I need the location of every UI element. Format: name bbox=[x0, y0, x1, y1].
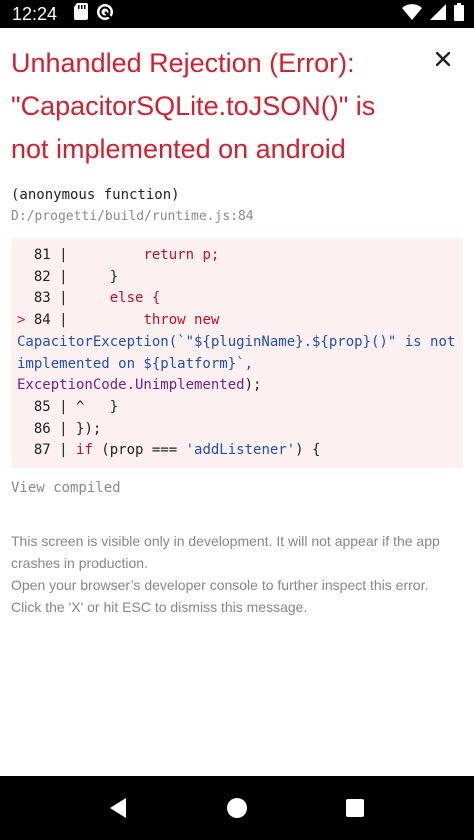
footer-line-2: Open your browser’s developer console to… bbox=[11, 577, 429, 593]
vpn-icon bbox=[96, 3, 114, 26]
stack-frame-file[interactable]: D:/progetti/build/runtime.js:84 bbox=[11, 208, 254, 226]
line-number: 85 | bbox=[17, 398, 77, 415]
code-identifier: ExceptionCode.Unimplemented bbox=[17, 377, 245, 394]
code-text: }); bbox=[76, 420, 102, 437]
code-text: else { bbox=[76, 290, 161, 307]
code-string: 'addListener' bbox=[185, 442, 296, 459]
home-button[interactable] bbox=[225, 796, 249, 820]
footer-note: This screen is visible only in developme… bbox=[11, 530, 466, 618]
status-icons-right bbox=[402, 2, 464, 26]
line-number: 81 | bbox=[17, 247, 77, 263]
close-button[interactable] bbox=[432, 48, 454, 70]
line-number: 87 | bbox=[17, 442, 77, 459]
error-overlay: Unhandled Rejection (Error): "CapacitorS… bbox=[0, 28, 474, 776]
sd-card-icon bbox=[74, 3, 88, 25]
code-line-82: 82 | } bbox=[17, 267, 463, 289]
code-text: ^ } bbox=[76, 398, 119, 415]
code-line-83: 83 | else { bbox=[17, 288, 463, 310]
navigation-bar bbox=[0, 776, 474, 840]
back-button[interactable] bbox=[106, 796, 130, 820]
back-icon bbox=[110, 798, 126, 818]
code-keyword: throw new bbox=[76, 312, 220, 329]
footer-line-1: This screen is visible only in developme… bbox=[11, 533, 440, 571]
code-line-81: 81 | return p; bbox=[17, 245, 463, 267]
code-line-85: 85 | ^ } bbox=[17, 397, 463, 419]
battery-icon bbox=[454, 2, 464, 26]
status-time: 12:24 bbox=[12, 4, 58, 24]
code-text: return p; bbox=[76, 247, 220, 263]
error-title-line-1: Unhandled Rejection (Error): bbox=[11, 48, 355, 78]
line-number: 84 | bbox=[33, 312, 77, 329]
signal-icon bbox=[430, 3, 446, 25]
code-keyword: if bbox=[76, 442, 93, 459]
home-icon bbox=[227, 798, 247, 818]
footer-line-3: Click the 'X' or hit ESC to dismiss this… bbox=[11, 599, 308, 615]
view-compiled-link[interactable]: View compiled bbox=[11, 478, 121, 498]
status-bar: 12:24 bbox=[0, 0, 474, 28]
error-title-line-2: "CapacitorSQLite.toJSON()" is bbox=[11, 91, 376, 121]
line-number: 82 | bbox=[17, 268, 77, 285]
error-line-marker: > bbox=[17, 312, 34, 329]
code-text: ); bbox=[244, 377, 262, 394]
code-line-86: 86 | }); bbox=[17, 419, 463, 441]
status-icons-left bbox=[74, 3, 114, 26]
line-number: 86 | bbox=[17, 420, 77, 437]
code-text: (prop === bbox=[92, 442, 186, 459]
wifi-icon bbox=[402, 3, 422, 25]
error-title-line-3: not implemented on android bbox=[11, 134, 346, 164]
code-text: ) { bbox=[295, 442, 321, 459]
code-line-87: 87 | if (prop === 'addListener') { bbox=[17, 440, 463, 462]
code-snippet: 81 | return p; 82 | } 83 | else { > 84 |… bbox=[11, 238, 463, 468]
close-icon bbox=[436, 52, 450, 66]
code-line-84-highlighted: > 84 | throw new CapacitorException(`"${p… bbox=[17, 310, 463, 397]
error-title: Unhandled Rejection (Error): "CapacitorS… bbox=[11, 42, 411, 171]
recents-icon bbox=[346, 799, 364, 817]
code-text: } bbox=[76, 268, 119, 285]
stack-frame-function: (anonymous function) bbox=[11, 187, 180, 203]
line-number: 83 | bbox=[17, 290, 77, 307]
code-function: CapacitorException bbox=[17, 333, 169, 350]
recents-button[interactable] bbox=[343, 796, 367, 820]
